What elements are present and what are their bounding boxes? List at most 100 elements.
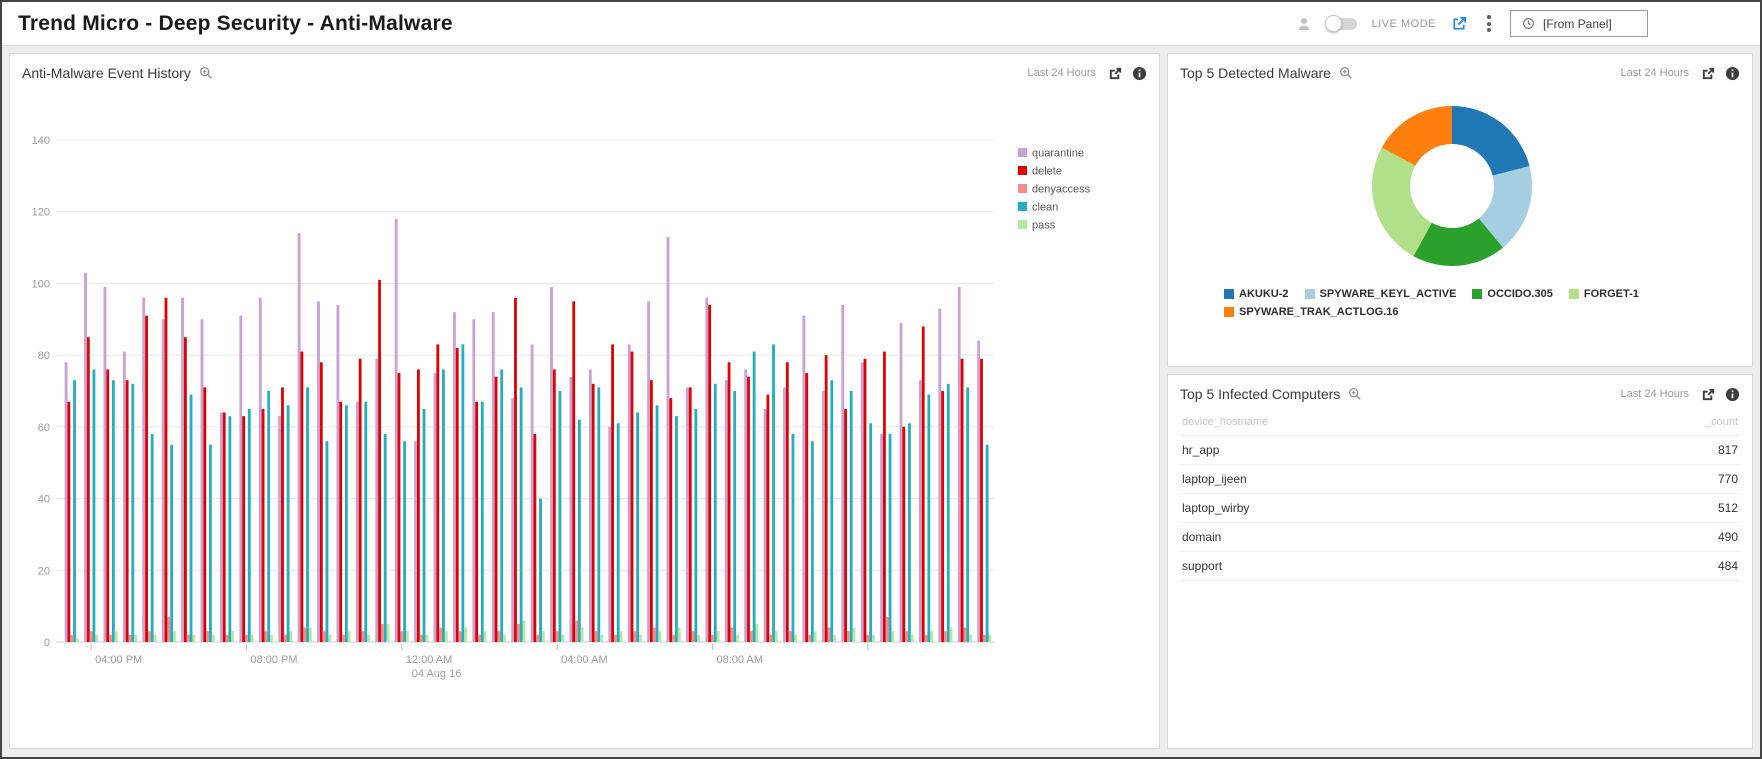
donut-legend: AKUKU-2 SPYWARE_KEYL_ACTIVE OCCIDO.305 FORG… [1224,288,1696,318]
cell-device-hostname: laptop_ijeen [1180,465,1577,494]
panel-event-history-header: Anti-Malware Event History Last 24 Hours [10,54,1159,86]
panel-top-malware-header: Top 5 Detected Malware Last 24 Hours [1168,54,1752,86]
table-row: domain490 [1180,523,1740,552]
column-header-device-hostname: device_hostname [1180,411,1577,436]
svg-text:140: 140 [32,135,50,147]
x-axis: 04:00 PM 08:00 PM 12:00 AM 04 Aug 16 04:00 A… [91,644,868,680]
kebab-menu-icon[interactable] [1483,11,1495,37]
panel-event-history: Anti-Malware Event History Last 24 Hours [9,53,1160,749]
info-icon[interactable] [1725,66,1740,81]
table-row: laptop_ijeen770 [1180,465,1740,494]
cell-device-hostname: hr_app [1180,436,1577,465]
svg-text:pass: pass [1032,220,1056,232]
cell-device-hostname: support [1180,552,1577,581]
svg-text:clean: clean [1032,202,1058,214]
panel-infected-computers: Top 5 Infected Computers Last 24 Hours [1167,374,1753,749]
panel-title: Anti-Malware Event History [22,65,191,81]
zoom-in-icon[interactable] [1339,66,1353,80]
clock-icon [1522,17,1535,30]
grid [56,140,994,642]
dashboard-screen: Trend Micro - Deep Security - Anti-Malwa… [0,0,1762,759]
cell-device-hostname: laptop_wirby [1180,494,1577,523]
top-malware-donut-chart[interactable] [1180,88,1740,284]
donut-slice-AKUKU-2[interactable] [1452,106,1530,176]
svg-text:100: 100 [32,278,50,290]
bar-chart-legend: quarantine delete denyaccess clean pass [1018,148,1091,232]
from-panel-value: [From Panel] [1543,17,1612,31]
header-controls: LIVE MODE [From Panel] [1296,10,1648,37]
time-range-label: Last 24 Hours [1028,67,1096,79]
column-header-count: _count [1577,411,1740,436]
donut-legend-item[interactable]: AKUKU-2 [1224,288,1289,300]
user-icon[interactable] [1296,16,1312,32]
event-history-chart-area: 0 20 40 60 80 100 120 140 04:00 PM 08:00 PM 12:00 … [10,86,1159,692]
svg-text:60: 60 [38,422,50,434]
open-in-new-icon[interactable] [1701,66,1716,81]
open-in-new-icon[interactable] [1108,66,1123,81]
cell-count: 484 [1577,552,1740,581]
from-panel-select[interactable]: [From Panel] [1510,10,1648,37]
legend-label: OCCIDO.305 [1487,288,1552,300]
live-mode-toggle[interactable] [1327,18,1357,30]
donut-chart-area: AKUKU-2 SPYWARE_KEYL_ACTIVE OCCIDO.305 FORG… [1168,86,1752,318]
svg-text:08:00 PM: 08:00 PM [250,654,297,666]
event-history-bar-chart[interactable]: 0 20 40 60 80 100 120 140 04:00 PM 08:00 PM 12:00 … [14,90,1138,692]
panel-top-malware: Top 5 Detected Malware Last 24 Hours [1167,53,1753,367]
zoom-in-icon[interactable] [1348,387,1362,401]
svg-text:0: 0 [44,637,50,649]
series-delete [67,280,982,642]
svg-text:quarantine: quarantine [1032,148,1084,160]
right-column: Top 5 Detected Malware Last 24 Hours [1167,53,1753,749]
infected-computers-table: device_hostname _count hr_app817laptop_i… [1180,411,1740,581]
live-mode-label: LIVE MODE [1372,18,1436,30]
cell-count: 490 [1577,523,1740,552]
table-row: laptop_wirby512 [1180,494,1740,523]
cell-device-hostname: domain [1180,523,1577,552]
donut-legend-item[interactable]: SPYWARE_KEYL_ACTIVE [1305,288,1457,300]
cell-count: 817 [1577,436,1740,465]
table-header-row: device_hostname _count [1180,411,1740,436]
donut-legend-item[interactable]: SPYWARE_TRAK_ACTLOG.16 [1224,306,1399,318]
svg-text:80: 80 [38,350,50,362]
svg-text:04 Aug 16: 04 Aug 16 [412,668,462,680]
page-title: Trend Micro - Deep Security - Anti-Malwa… [18,12,453,36]
svg-text:12:00 AM: 12:00 AM [406,654,452,666]
svg-text:04:00 AM: 04:00 AM [561,654,607,666]
zoom-in-icon[interactable] [199,66,213,80]
legend-swatch [1305,289,1315,299]
open-in-new-icon[interactable] [1701,387,1716,402]
cell-count: 770 [1577,465,1740,494]
table-row: support484 [1180,552,1740,581]
header: Trend Micro - Deep Security - Anti-Malwa… [2,2,1760,46]
svg-text:20: 20 [38,565,50,577]
legend-swatch [1224,307,1234,317]
donut-legend-item[interactable]: OCCIDO.305 [1472,288,1552,300]
legend-label: SPYWARE_TRAK_ACTLOG.16 [1239,306,1399,318]
svg-text:delete: delete [1032,166,1062,178]
time-range-label: Last 24 Hours [1621,67,1689,79]
toggle-knob [1325,15,1342,32]
info-icon[interactable] [1132,66,1147,81]
svg-text:04:00 PM: 04:00 PM [95,654,142,666]
share-icon[interactable] [1451,15,1468,32]
svg-text:08:00 AM: 08:00 AM [716,654,762,666]
table-row: hr_app817 [1180,436,1740,465]
legend-swatch [1569,289,1579,299]
legend-swatch [1224,289,1234,299]
dashboard-content: Anti-Malware Event History Last 24 Hours [2,46,1760,756]
series-denyaccess [70,617,985,642]
svg-text:40: 40 [38,494,50,506]
panel-title: Top 5 Detected Malware [1180,65,1331,81]
donut-legend-item[interactable]: FORGET-1 [1569,288,1639,300]
svg-text:denyaccess: denyaccess [1032,184,1091,196]
svg-text:120: 120 [32,207,50,219]
legend-label: FORGET-1 [1584,288,1639,300]
info-icon[interactable] [1725,387,1740,402]
legend-label: SPYWARE_KEYL_ACTIVE [1320,288,1457,300]
legend-swatch [1472,289,1482,299]
y-axis: 0 20 40 60 80 100 120 140 [32,135,50,649]
time-range-label: Last 24 Hours [1621,388,1689,400]
legend-label: AKUKU-2 [1239,288,1289,300]
panel-infected-computers-header: Top 5 Infected Computers Last 24 Hours [1168,375,1752,407]
cell-count: 512 [1577,494,1740,523]
